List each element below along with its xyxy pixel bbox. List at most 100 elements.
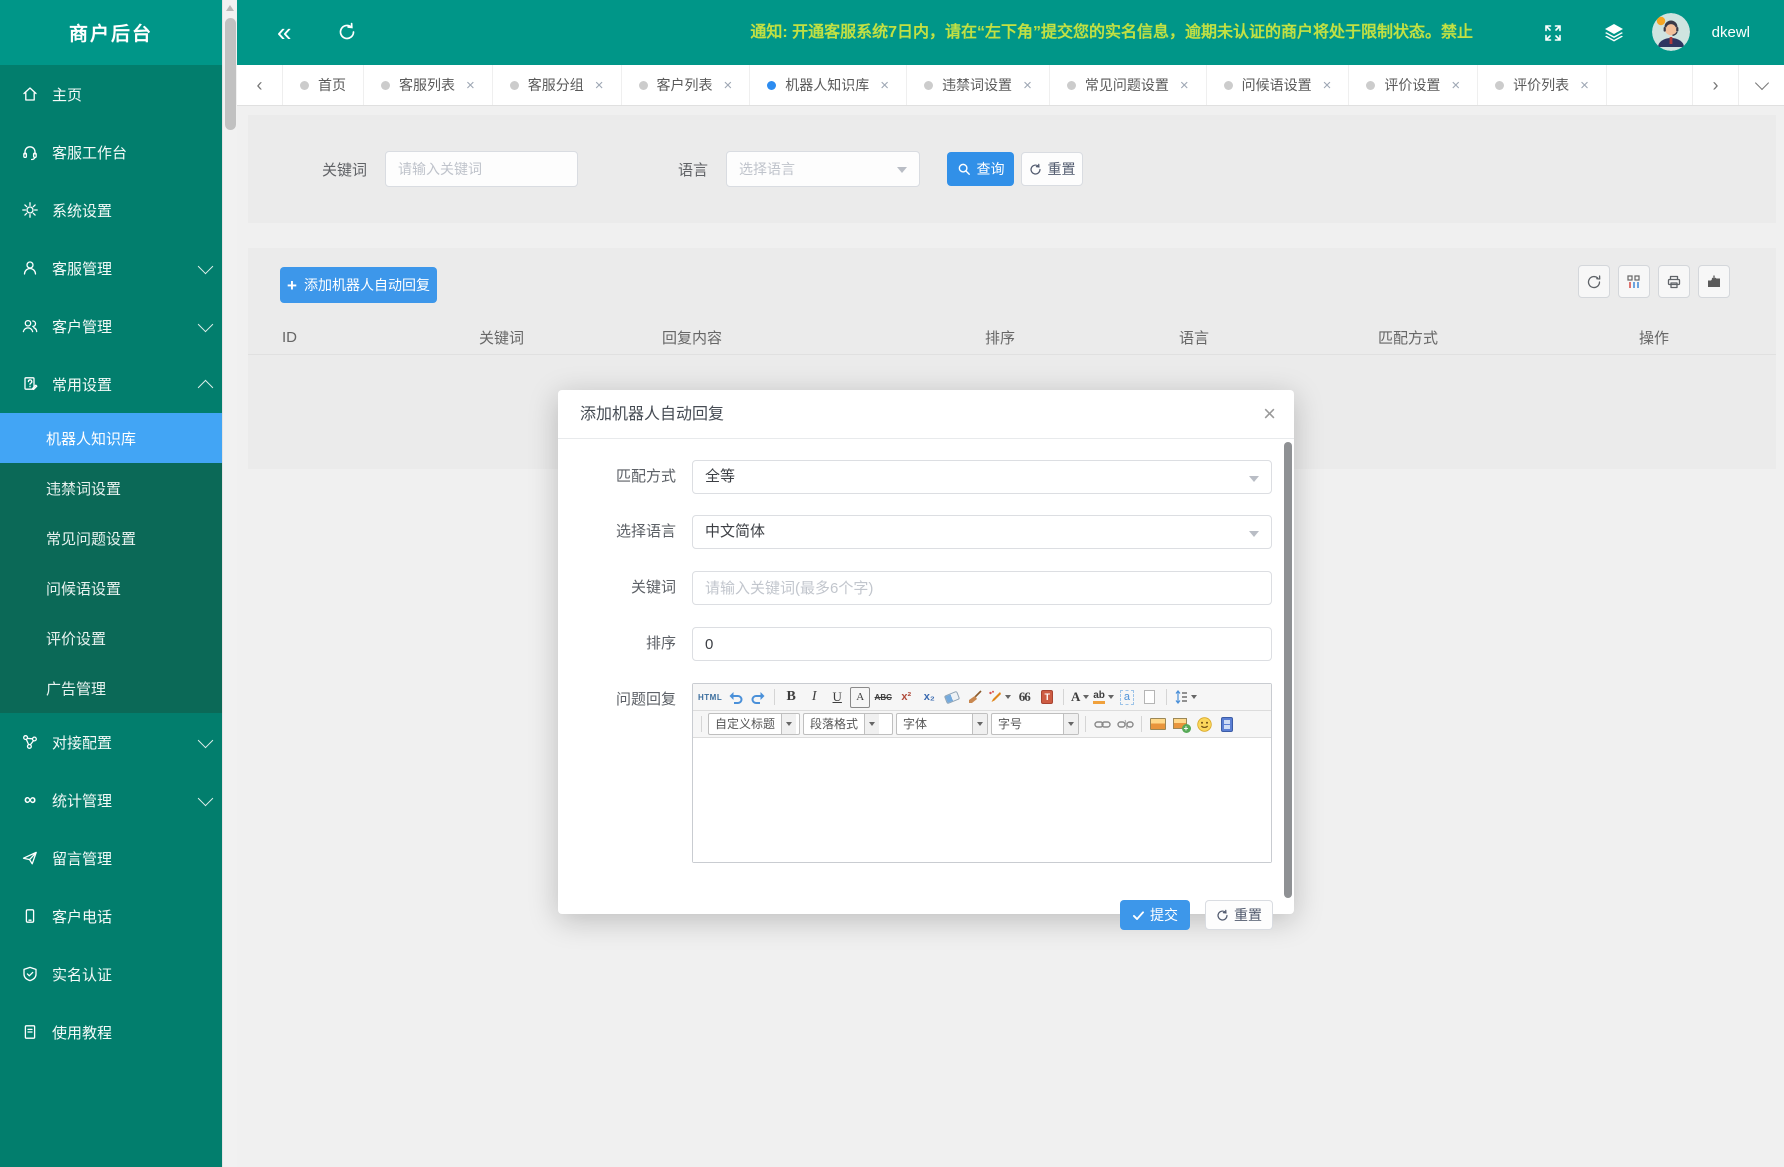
tab-home[interactable]: 首页 (283, 65, 364, 105)
tab-rating-settings[interactable]: 评价设置 × (1349, 65, 1478, 105)
sidebar-item-integration-config[interactable]: 对接配置 (0, 713, 222, 771)
sidebar-item-agent-management[interactable]: 客服管理 (0, 239, 222, 297)
paragraph-format-dropdown[interactable]: 段落格式 (803, 713, 893, 735)
emoji-icon[interactable] (1194, 714, 1214, 735)
fullscreen-icon[interactable] (1543, 23, 1563, 43)
column-header-sort[interactable]: 排序 (985, 327, 1179, 348)
modal-reset-button[interactable]: 重置 (1205, 900, 1273, 930)
reset-button[interactable]: 重置 (1021, 152, 1083, 186)
modal-close-icon[interactable]: × (1263, 401, 1276, 427)
insert-image-icon[interactable] (1148, 714, 1168, 735)
avatar[interactable] (1652, 13, 1690, 51)
layers-icon[interactable] (1602, 21, 1626, 45)
close-icon[interactable]: × (724, 77, 733, 94)
tabs-scroll-right-icon[interactable]: › (1692, 65, 1738, 105)
sidebar-item-workbench[interactable]: 客服工作台 (0, 123, 222, 181)
auto-format-icon[interactable] (988, 687, 1011, 708)
font-border-icon[interactable]: A (850, 687, 870, 708)
sidebar-item-ad-management[interactable]: 广告管理 (0, 663, 222, 713)
font-family-dropdown[interactable]: 字体 (896, 713, 988, 735)
match-type-select[interactable]: 全等 (692, 460, 1272, 494)
tab-agent-list[interactable]: 客服列表 × (364, 65, 493, 105)
column-header-actions[interactable]: 操作 (1639, 327, 1776, 348)
underline-icon[interactable]: U (827, 687, 847, 708)
sidebar-item-forbidden-words[interactable]: 违禁词设置 (0, 463, 222, 513)
close-icon[interactable]: × (1451, 77, 1460, 94)
close-icon[interactable]: × (1323, 77, 1332, 94)
add-robot-reply-button[interactable]: + 添加机器人自动回复 (280, 267, 437, 303)
sidebar-item-robot-knowledge[interactable]: 机器人知识库 (0, 413, 222, 463)
close-icon[interactable]: × (466, 77, 475, 94)
highlight-color-icon[interactable]: ab (1093, 687, 1114, 708)
sidebar-item-system-settings[interactable]: 系统设置 (0, 181, 222, 239)
column-header-match-type[interactable]: 匹配方式 (1378, 327, 1639, 348)
tab-greeting-settings[interactable]: 问候语设置 × (1207, 65, 1350, 105)
dropdown-button[interactable] (781, 714, 796, 734)
blockquote-icon[interactable]: 66 (1014, 687, 1034, 708)
sort-field-input[interactable] (692, 627, 1272, 661)
new-page-icon[interactable] (1140, 687, 1160, 708)
sidebar-item-common-settings[interactable]: 常用设置 (0, 355, 222, 413)
undo-icon[interactable] (725, 687, 745, 708)
sidebar-item-customer-phone[interactable]: 客户电话 (0, 887, 222, 945)
sidebar-item-tutorial[interactable]: 使用教程 (0, 1003, 222, 1061)
sidebar-item-greeting-settings[interactable]: 问候语设置 (0, 563, 222, 613)
close-icon[interactable]: × (1580, 77, 1589, 94)
font-color-icon[interactable]: A (1070, 687, 1090, 708)
modal-scrollbar-thumb[interactable] (1284, 442, 1292, 898)
superscript-icon[interactable]: x² (896, 687, 916, 708)
close-icon[interactable]: × (595, 77, 604, 94)
column-header-reply-content[interactable]: 回复内容 (662, 327, 985, 348)
remove-link-icon[interactable] (1115, 714, 1135, 735)
anchor-icon[interactable]: a (1117, 687, 1137, 708)
bold-icon[interactable]: B (781, 687, 801, 708)
column-header-keyword[interactable]: 关键词 (479, 327, 662, 348)
column-header-language[interactable]: 语言 (1179, 327, 1378, 348)
table-export-button[interactable] (1698, 265, 1730, 298)
tab-robot-knowledge[interactable]: 机器人知识库 × (750, 65, 907, 105)
scrollbar-thumb[interactable] (225, 18, 236, 130)
keyword-filter-input[interactable] (385, 151, 578, 187)
tab-agent-groups[interactable]: 客服分组 × (493, 65, 622, 105)
paste-as-text-icon[interactable]: T (1037, 687, 1057, 708)
eraser-icon[interactable] (942, 687, 962, 708)
vertical-scrollbar[interactable] (222, 0, 237, 1167)
insert-multi-image-icon[interactable]: + (1171, 714, 1191, 735)
editor-content-area[interactable] (693, 738, 1271, 862)
search-button[interactable]: 查询 (947, 152, 1014, 186)
close-icon[interactable]: × (1180, 77, 1189, 94)
custom-heading-dropdown[interactable]: 自定义标题 (708, 713, 800, 735)
font-size-dropdown[interactable]: 字号 (991, 713, 1079, 735)
strikethrough-icon[interactable]: ABC (873, 687, 893, 708)
tab-rating-list[interactable]: 评价列表 × (1478, 65, 1607, 105)
sidebar-item-statistics[interactable]: ∞ 统计管理 (0, 771, 222, 829)
line-height-icon[interactable] (1173, 687, 1197, 708)
redo-icon[interactable] (748, 687, 768, 708)
tabs-scroll-left-icon[interactable]: ‹ (237, 65, 283, 105)
dropdown-button[interactable] (972, 714, 987, 734)
subscript-icon[interactable]: x₂ (919, 687, 939, 708)
sidebar-item-faq-settings[interactable]: 常见问题设置 (0, 513, 222, 563)
sidebar-item-customer-management[interactable]: 客户管理 (0, 297, 222, 355)
language-select[interactable]: 中文简体 (692, 515, 1272, 549)
table-print-button[interactable] (1658, 265, 1690, 298)
language-filter-select[interactable]: 选择语言 (726, 151, 920, 187)
format-brush-icon[interactable] (965, 687, 985, 708)
collapse-sidebar-icon[interactable]: « (277, 14, 291, 50)
sidebar-item-messages[interactable]: 留言管理 (0, 829, 222, 887)
refresh-page-icon[interactable] (336, 21, 358, 43)
keyword-field-input[interactable] (692, 571, 1272, 605)
dropdown-button[interactable] (864, 714, 879, 734)
table-columns-button[interactable] (1618, 265, 1650, 298)
sidebar-item-home[interactable]: 主页 (0, 65, 222, 123)
sidebar-item-real-name-verification[interactable]: 实名认证 (0, 945, 222, 1003)
close-icon[interactable]: × (880, 77, 889, 94)
tabs-dropdown-icon[interactable] (1738, 65, 1784, 105)
close-icon[interactable]: × (1023, 77, 1032, 94)
submit-button[interactable]: 提交 (1120, 900, 1190, 930)
tab-customer-list[interactable]: 客户列表 × (622, 65, 751, 105)
scrollbar-up-arrow-icon[interactable] (226, 5, 234, 11)
sidebar-item-rating-settings[interactable]: 评价设置 (0, 613, 222, 663)
tab-forbidden-words[interactable]: 违禁词设置 × (907, 65, 1050, 105)
insert-video-icon[interactable] (1217, 714, 1237, 735)
